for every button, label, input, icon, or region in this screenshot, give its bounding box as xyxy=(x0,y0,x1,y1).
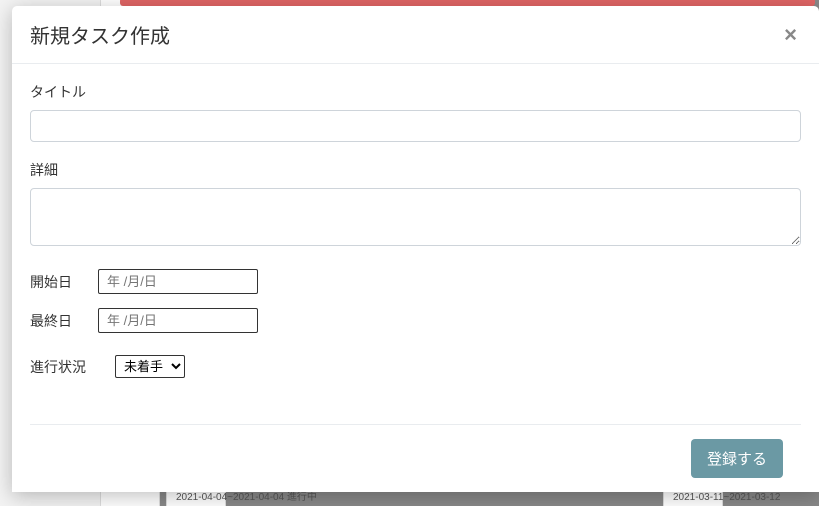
background-date-text: 2021-03-11~2021-03-12 xyxy=(673,492,780,503)
status-label: 進行状況 xyxy=(30,357,115,377)
detail-textarea[interactable] xyxy=(30,188,801,246)
modal-body: タイトル 詳細 開始日 最終日 進行状況 未着手 xyxy=(12,64,819,424)
start-date-label: 開始日 xyxy=(30,272,98,292)
detail-label: 詳細 xyxy=(30,160,801,180)
detail-group: 詳細 xyxy=(30,160,801,251)
title-label: タイトル xyxy=(30,82,801,102)
modal-header: 新規タスク作成 × xyxy=(12,6,819,64)
start-date-row: 開始日 xyxy=(30,269,801,294)
title-group: タイトル xyxy=(30,82,801,142)
modal-title: 新規タスク作成 xyxy=(30,20,170,49)
submit-button[interactable]: 登録する xyxy=(691,439,783,478)
modal-footer: 登録する xyxy=(30,424,801,492)
end-date-input[interactable] xyxy=(98,308,258,333)
new-task-modal: 新規タスク作成 × タイトル 詳細 開始日 最終日 進行状況 未着手 登録する xyxy=(12,6,819,492)
end-date-label: 最終日 xyxy=(30,311,98,331)
end-date-row: 最終日 xyxy=(30,308,801,333)
close-icon[interactable]: × xyxy=(780,24,801,46)
start-date-input[interactable] xyxy=(98,269,258,294)
status-row: 進行状況 未着手 xyxy=(30,355,801,378)
status-select[interactable]: 未着手 xyxy=(115,355,185,378)
title-input[interactable] xyxy=(30,110,801,142)
